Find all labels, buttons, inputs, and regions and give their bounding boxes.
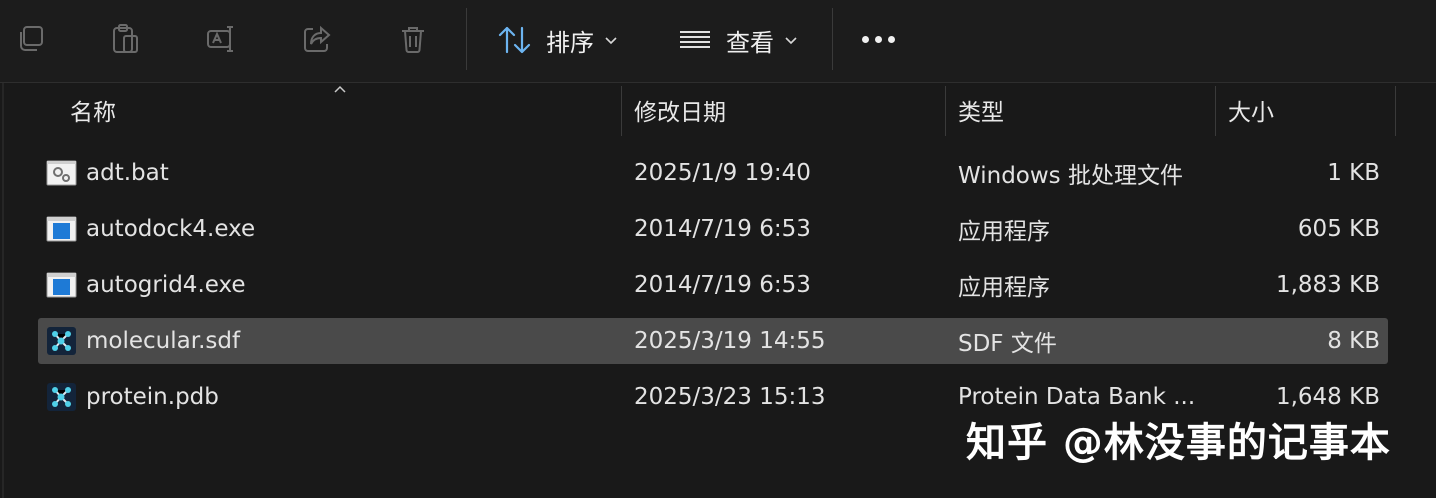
file-name: protein.pdb	[86, 384, 219, 410]
file-row[interactable]: autodock4.exe 2014/7/19 6:53 应用程序 605 KB	[38, 206, 1388, 252]
more-icon[interactable]	[862, 28, 895, 50]
rename-icon[interactable]	[204, 20, 238, 58]
application-icon	[46, 272, 77, 298]
pane-border	[2, 83, 4, 498]
chevron-down-icon	[785, 37, 797, 45]
file-row[interactable]: autogrid4.exe 2014/7/19 6:53 应用程序 1,883 …	[38, 262, 1388, 308]
file-row[interactable]: adt.bat 2025/1/9 19:40 Windows 批处理文件 1 K…	[38, 150, 1388, 196]
column-resize-handle[interactable]	[945, 86, 946, 136]
file-type: Windows 批处理文件	[958, 163, 1183, 189]
application-icon	[46, 216, 77, 242]
column-header-type[interactable]: 类型	[958, 84, 1004, 136]
batch-file-icon	[46, 160, 77, 186]
file-type: 应用程序	[958, 275, 1050, 301]
chevron-down-icon	[605, 37, 617, 45]
file-modified: 2025/3/23 15:13	[634, 384, 826, 410]
column-header-row: 名称 修改日期 类型 大小	[0, 84, 1436, 136]
column-header-name[interactable]: 名称	[70, 84, 116, 136]
file-type: 应用程序	[958, 219, 1050, 245]
paste-icon[interactable]	[108, 20, 142, 58]
share-icon[interactable]	[300, 20, 334, 58]
file-modified: 2025/1/9 19:40	[634, 160, 811, 186]
toolbar-divider	[466, 8, 467, 70]
copy-icon[interactable]	[14, 20, 48, 58]
file-name: adt.bat	[86, 160, 169, 186]
file-modified: 2025/3/19 14:55	[634, 328, 826, 354]
view-button[interactable]: 查看	[678, 20, 798, 60]
toolbar-divider	[832, 8, 833, 70]
column-resize-handle[interactable]	[1395, 86, 1396, 136]
column-header-size[interactable]: 大小	[1228, 84, 1274, 136]
file-size: 605 KB	[1297, 216, 1380, 242]
file-row[interactable]: molecular.sdf 2025/3/19 14:55 SDF 文件 8 K…	[38, 318, 1388, 364]
molecule-file-icon	[47, 383, 76, 411]
sort-label: 排序	[546, 28, 594, 57]
file-modified: 2014/7/19 6:53	[634, 272, 811, 298]
delete-icon[interactable]	[396, 20, 430, 58]
file-size: 8 KB	[1327, 328, 1380, 354]
file-modified: 2014/7/19 6:53	[634, 216, 811, 242]
file-type: SDF 文件	[958, 331, 1057, 357]
sort-button[interactable]: 排序	[498, 20, 618, 60]
column-resize-handle[interactable]	[1215, 86, 1216, 136]
file-size: 1 KB	[1327, 160, 1380, 186]
command-bar: 排序 查看	[0, 0, 1436, 83]
column-resize-handle[interactable]	[621, 86, 622, 136]
watermark: 知乎 @林没事的记事本	[966, 420, 1391, 466]
sort-icon	[498, 26, 531, 54]
molecule-file-icon	[47, 327, 76, 355]
file-name: molecular.sdf	[86, 328, 241, 354]
view-list-icon	[680, 31, 710, 48]
file-name: autogrid4.exe	[86, 272, 246, 298]
file-size: 1,883 KB	[1275, 272, 1380, 298]
view-label: 查看	[726, 28, 774, 57]
column-header-modified[interactable]: 修改日期	[634, 84, 726, 136]
file-name: autodock4.exe	[86, 216, 256, 242]
